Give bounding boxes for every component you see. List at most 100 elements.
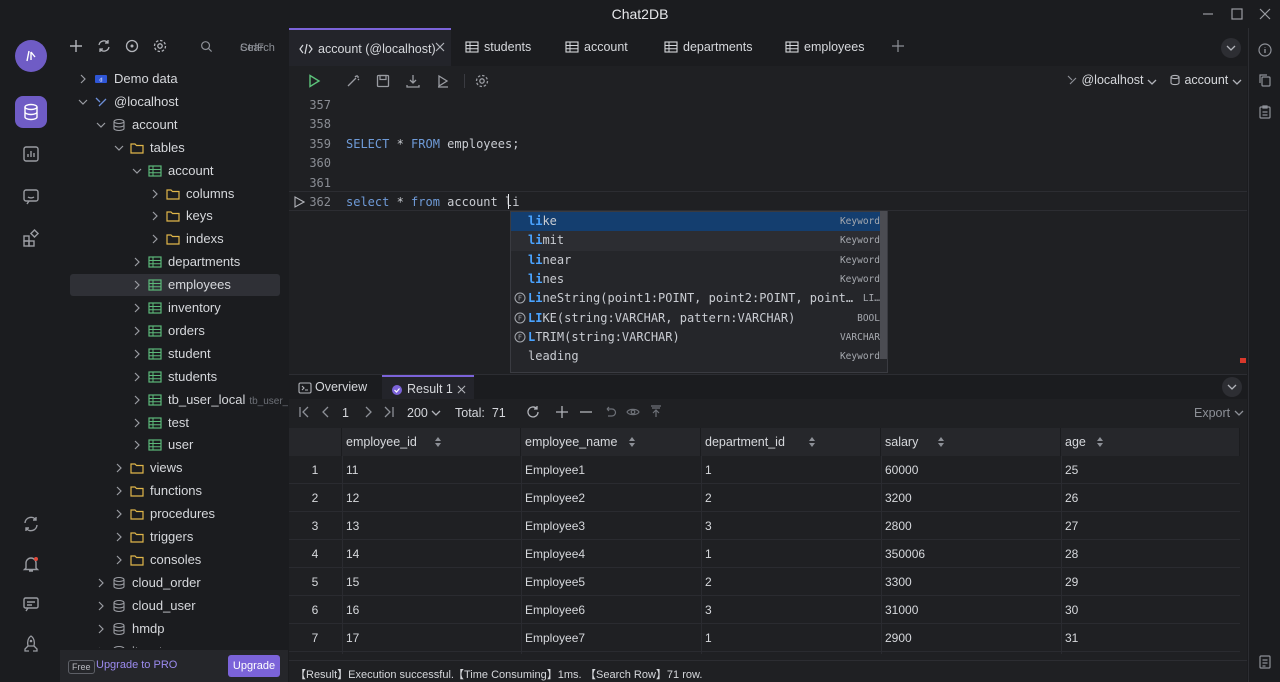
table-cell[interactable]: 3200	[885, 491, 912, 505]
table-cell[interactable]: 1	[705, 547, 712, 561]
code-line[interactable]: SELECT * FROM employees;	[346, 137, 519, 151]
table-row[interactable]: 5 15 Employee5 2 3300 29	[289, 568, 1240, 596]
page-size-select[interactable]: 200	[407, 406, 441, 420]
tree-node-folder[interactable]: indexs	[70, 228, 280, 250]
tree-node-table[interactable]: inventory	[70, 297, 280, 319]
table-cell[interactable]: 15	[346, 575, 359, 589]
reload-button[interactable]	[526, 405, 542, 421]
launch-button[interactable]	[15, 628, 47, 660]
upgrade-link[interactable]: Upgrade to PRO	[96, 659, 177, 671]
tree-node-folder[interactable]: columns	[70, 183, 280, 205]
tab-departments[interactable]: departments	[652, 28, 771, 66]
tree-node-folder[interactable]: procedures	[70, 503, 280, 525]
add-row-button[interactable]	[555, 405, 571, 421]
table-cell[interactable]: 28	[1065, 547, 1078, 561]
sort-icon[interactable]	[1096, 437, 1103, 447]
tree-node-table[interactable]: employees	[70, 274, 280, 297]
upgrade-button[interactable]: Upgrade	[228, 655, 280, 677]
column-header[interactable]: department_id	[701, 428, 881, 456]
prev-page-button[interactable]	[319, 405, 335, 421]
history-button[interactable]	[1257, 654, 1273, 670]
table-cell[interactable]: Employee5	[525, 575, 585, 589]
undo-button[interactable]	[603, 405, 619, 421]
tree-node-conn[interactable]: @localhost	[70, 91, 280, 113]
table-cell[interactable]: Employee4	[525, 547, 585, 561]
table-cell[interactable]: 16	[346, 603, 359, 617]
avatar[interactable]	[15, 40, 47, 72]
autocomplete-scrollbar[interactable]	[880, 211, 887, 359]
table-cell[interactable]: 2	[705, 575, 712, 589]
column-header[interactable]: age	[1061, 428, 1240, 456]
tree-node-table[interactable]: account	[70, 160, 280, 182]
suggestion-item[interactable]: limit Keyword	[511, 231, 887, 251]
table-cell[interactable]: 3	[705, 603, 712, 617]
sidebar-settings-button[interactable]	[152, 38, 170, 56]
table-row[interactable]: 7 17 Employee7 1 2900 31	[289, 624, 1240, 652]
table-cell[interactable]: 2900	[885, 631, 912, 645]
table-cell[interactable]: 2800	[885, 519, 912, 533]
tree-node-folder[interactable]: functions	[70, 480, 280, 502]
tree-node-folder[interactable]: consoles	[70, 549, 280, 571]
page-number[interactable]: 1	[342, 406, 349, 420]
table-cell[interactable]: 25	[1065, 463, 1078, 477]
table-cell[interactable]: 14	[346, 547, 359, 561]
column-header[interactable]: salary	[881, 428, 1061, 456]
connection-select[interactable]: @localhost	[1066, 73, 1157, 87]
refresh-tree-button[interactable]	[96, 38, 114, 56]
ai-chat-nav-button[interactable]	[15, 180, 47, 212]
code-line[interactable]: select * from account li	[346, 195, 519, 209]
run-line-icon[interactable]	[293, 196, 305, 208]
table-cell[interactable]: 1	[705, 631, 712, 645]
table-row[interactable]: 6 16 Employee6 3 31000 30	[289, 596, 1240, 624]
sync-button[interactable]	[15, 508, 47, 540]
first-page-button[interactable]	[297, 405, 313, 421]
tree-node-table[interactable]: tb_user_localtb_user_loca	[70, 389, 288, 411]
add-connection-button[interactable]	[68, 38, 86, 56]
download-button[interactable]	[405, 73, 421, 89]
export-button[interactable]: Export	[1194, 406, 1244, 420]
table-cell[interactable]: 29	[1065, 575, 1078, 589]
column-header[interactable]: employee_id	[342, 428, 521, 456]
suggestion-item[interactable]: like Keyword	[511, 212, 887, 232]
table-cell[interactable]: Employee3	[525, 519, 585, 533]
table-cell[interactable]: 27	[1065, 519, 1078, 533]
table-cell[interactable]: 1	[705, 463, 712, 477]
sql-editor[interactable]: 357 358 359 SELECT * FROM employees; 360 361 3…	[289, 96, 1247, 374]
table-cell[interactable]: 350006	[885, 547, 925, 561]
clipboard-button[interactable]	[1257, 104, 1273, 120]
editor-settings-button[interactable]	[474, 73, 490, 89]
tree-node-demo[interactable]: d Demo data	[70, 68, 280, 90]
database-nav-button[interactable]	[15, 96, 47, 128]
preview-button[interactable]	[626, 405, 642, 421]
table-row[interactable]: 2 12 Employee2 2 3200 26	[289, 484, 1240, 512]
column-header[interactable]: employee_name	[521, 428, 701, 456]
tree-node-db[interactable]: cloud_order	[70, 572, 280, 594]
sort-icon[interactable]	[435, 437, 442, 447]
tab-overview[interactable]: Overview	[289, 375, 379, 400]
table-row[interactable]: 4 14 Employee4 1 350006 28	[289, 540, 1240, 568]
table-cell[interactable]: 2	[705, 491, 712, 505]
suggestion-item[interactable]: F LIKE(string:VARCHAR, pattern:VARCHAR) BO…	[511, 309, 887, 328]
collapse-results-button[interactable]	[1222, 377, 1242, 397]
plugins-nav-button[interactable]	[15, 222, 47, 254]
table-cell[interactable]: Employee2	[525, 491, 585, 505]
run-button[interactable]	[306, 73, 322, 89]
tree-node-table[interactable]: student	[70, 343, 280, 365]
sort-icon[interactable]	[808, 437, 815, 447]
table-cell[interactable]: 31000	[885, 603, 918, 617]
locate-button[interactable]	[124, 38, 142, 56]
table-cell[interactable]: 60000	[885, 463, 918, 477]
table-cell[interactable]: 26	[1065, 491, 1078, 505]
close-window-button[interactable]	[1254, 4, 1276, 24]
tree-node-db[interactable]: account	[70, 114, 280, 136]
tree-node-table[interactable]: user	[70, 434, 280, 456]
close-icon[interactable]	[457, 385, 466, 394]
notifications-button[interactable]	[15, 548, 47, 580]
explain-button[interactable]	[435, 73, 451, 89]
tree-node-table[interactable]: test	[70, 412, 280, 434]
tree-node-db[interactable]: itcast	[70, 641, 280, 648]
info-button[interactable]	[1257, 42, 1273, 58]
suggestion-item[interactable]: F LineString(point1:POINT, point2:POINT, …	[511, 289, 887, 308]
table-cell[interactable]: 3300	[885, 575, 912, 589]
tree-node-table[interactable]: orders	[70, 320, 280, 342]
